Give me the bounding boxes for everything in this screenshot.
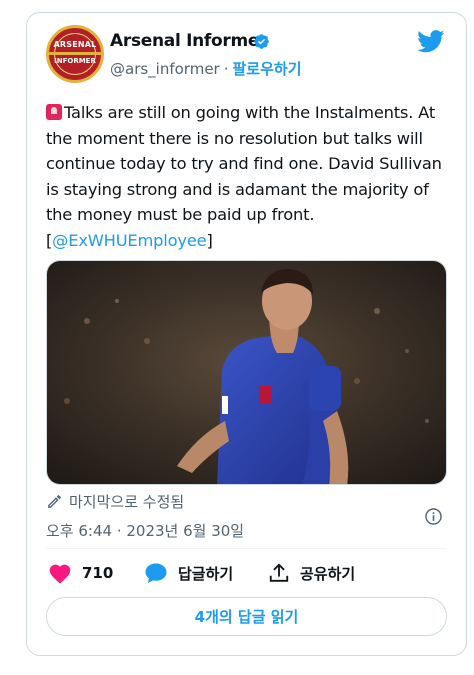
verified-badge-icon <box>254 34 269 49</box>
reply-label: 답글하기 <box>178 564 234 583</box>
mention-link[interactable]: @ExWHUEmployee <box>52 231 206 250</box>
player-photo-image <box>47 261 446 484</box>
tweet-photo[interactable] <box>46 260 447 485</box>
author-handle-row: @ars_informer · 팔로우하기 <box>110 58 302 79</box>
share-icon <box>269 563 289 582</box>
tweet-body: Talks are still on going with the Instal… <box>46 103 442 250</box>
edited-label: 마지막으로 수정됨 <box>69 493 185 511</box>
follow-button[interactable]: 팔로우하기 <box>233 60 302 78</box>
reply-bubble-icon <box>145 563 167 583</box>
info-icon[interactable] <box>424 507 443 526</box>
avatar-text-bottom: INFORMER <box>54 57 96 65</box>
divider <box>46 548 447 549</box>
share-button[interactable]: 공유하기 <box>268 558 355 588</box>
tweet-text: Talks are still on going with the Instal… <box>46 100 446 253</box>
siren-emoji-icon <box>46 104 62 120</box>
heart-icon <box>49 564 71 584</box>
tweet-closing: ] <box>206 230 213 250</box>
like-button[interactable]: 710 <box>48 558 113 588</box>
author-handle[interactable]: @ars_informer <box>110 60 220 78</box>
edited-indicator[interactable]: 마지막으로 수정됨 <box>46 491 184 512</box>
author-avatar[interactable]: ARSENAL INFORMER <box>46 25 104 83</box>
avatar-band <box>49 52 101 55</box>
tweet-timestamp[interactable]: 오후 6:44 · 2023년 6월 30일 <box>46 520 244 541</box>
separator-dot: · <box>223 60 229 78</box>
action-bar: 710 답글하기 공유하기 <box>46 558 447 588</box>
pencil-icon <box>48 495 61 508</box>
reply-button[interactable]: 답글하기 <box>144 558 233 588</box>
share-label: 공유하기 <box>300 564 356 583</box>
read-replies-button[interactable]: 4개의 답글 읽기 <box>46 597 447 636</box>
avatar-text-top: ARSENAL <box>53 40 97 49</box>
twitter-bird-icon[interactable] <box>417 30 445 53</box>
author-display-name[interactable]: Arsenal Informer <box>110 31 268 51</box>
like-count: 710 <box>82 564 114 582</box>
